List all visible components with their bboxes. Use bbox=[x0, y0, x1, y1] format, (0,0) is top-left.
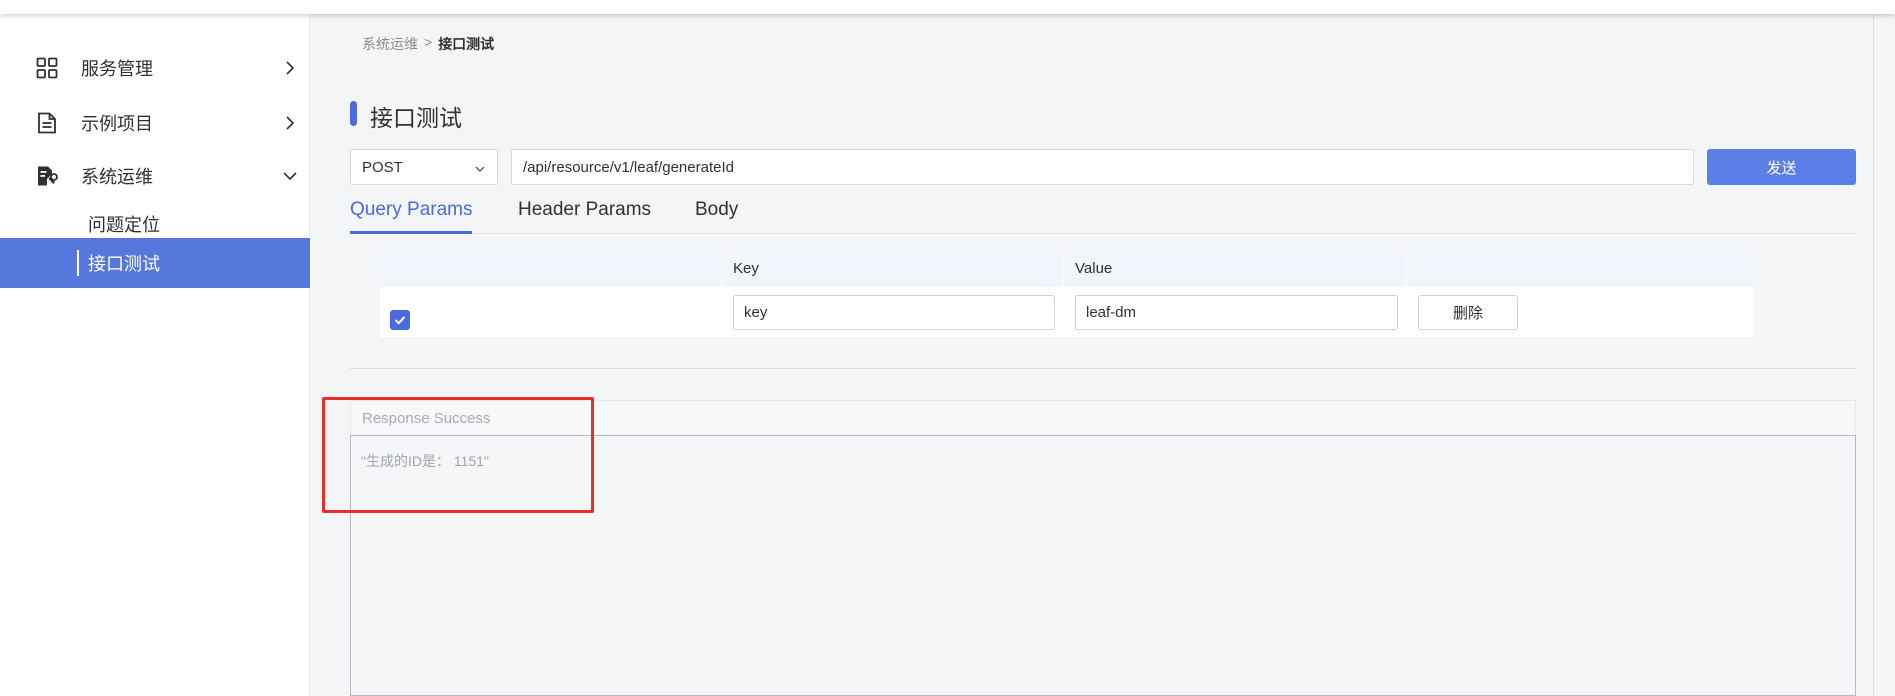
row-checkbox[interactable] bbox=[390, 310, 410, 330]
title-accent-bar bbox=[350, 101, 357, 126]
table-header: Key Value bbox=[380, 252, 1754, 287]
check-icon bbox=[394, 316, 406, 325]
menu-label: 示例项目 bbox=[81, 114, 153, 134]
send-button[interactable]: 发送 bbox=[1707, 149, 1856, 185]
tab-query-params[interactable]: Query Params bbox=[350, 194, 473, 234]
top-bar bbox=[0, 0, 1895, 14]
active-indicator bbox=[77, 250, 79, 276]
table-row: 删除 bbox=[380, 287, 1754, 339]
document-icon bbox=[35, 111, 59, 135]
sidebar-item-api-test[interactable]: 接口测试 bbox=[0, 238, 310, 288]
column-separator bbox=[1406, 252, 1407, 287]
chevron-right-icon bbox=[282, 115, 298, 131]
column-header-value: Value bbox=[1075, 260, 1113, 277]
method-value: POST bbox=[362, 158, 403, 176]
breadcrumb: 系统运维 > 接口测试 bbox=[362, 34, 494, 54]
response-status: Response Success bbox=[362, 410, 491, 427]
sidebar-menu-service-management[interactable]: 服务管理 bbox=[0, 41, 310, 95]
grid-icon bbox=[35, 56, 59, 80]
tab-header-params[interactable]: Header Params bbox=[518, 194, 651, 234]
column-header-key: Key bbox=[733, 260, 759, 277]
section-divider bbox=[350, 368, 1856, 369]
tab-body[interactable]: Body bbox=[695, 194, 738, 234]
param-value-input[interactable] bbox=[1075, 295, 1398, 330]
sidebar: 服务管理 示例项目 系统运维 问题定位 接口测试 bbox=[0, 14, 310, 696]
sub-item-label: 问题定位 bbox=[88, 215, 160, 235]
delete-param-button[interactable]: 删除 bbox=[1418, 295, 1518, 330]
sub-item-label: 接口测试 bbox=[88, 254, 160, 274]
breadcrumb-parent[interactable]: 系统运维 bbox=[362, 34, 418, 54]
chevron-down-icon bbox=[474, 162, 486, 174]
method-select[interactable]: POST bbox=[350, 149, 498, 185]
sidebar-menu-sample-projects[interactable]: 示例项目 bbox=[0, 96, 310, 150]
maintenance-icon bbox=[35, 164, 59, 188]
param-key-input[interactable] bbox=[733, 295, 1055, 330]
menu-label: 服务管理 bbox=[81, 59, 153, 79]
url-input[interactable] bbox=[511, 149, 1694, 185]
params-table: Key Value 删除 bbox=[380, 252, 1754, 339]
breadcrumb-separator: > bbox=[424, 34, 433, 50]
menu-label: 系统运维 bbox=[81, 167, 153, 187]
response-body[interactable]: "生成的ID是： 1151" bbox=[350, 435, 1856, 696]
response-text: "生成的ID是： 1151" bbox=[361, 453, 489, 469]
response-header: Response Success bbox=[350, 400, 1856, 435]
column-separator bbox=[1063, 252, 1064, 287]
page-title: 接口测试 bbox=[370, 105, 462, 131]
response-panel: Response Success "生成的ID是： 1151" bbox=[350, 400, 1856, 696]
sidebar-menu-system-maintenance[interactable]: 系统运维 bbox=[0, 149, 310, 203]
chevron-right-icon bbox=[282, 60, 298, 76]
breadcrumb-current: 接口测试 bbox=[438, 36, 495, 52]
column-separator bbox=[721, 252, 722, 287]
chevron-down-icon bbox=[282, 168, 298, 184]
params-tabs: Query Params Header Params Body bbox=[350, 194, 1856, 234]
scrollbar-track[interactable] bbox=[1873, 14, 1874, 696]
